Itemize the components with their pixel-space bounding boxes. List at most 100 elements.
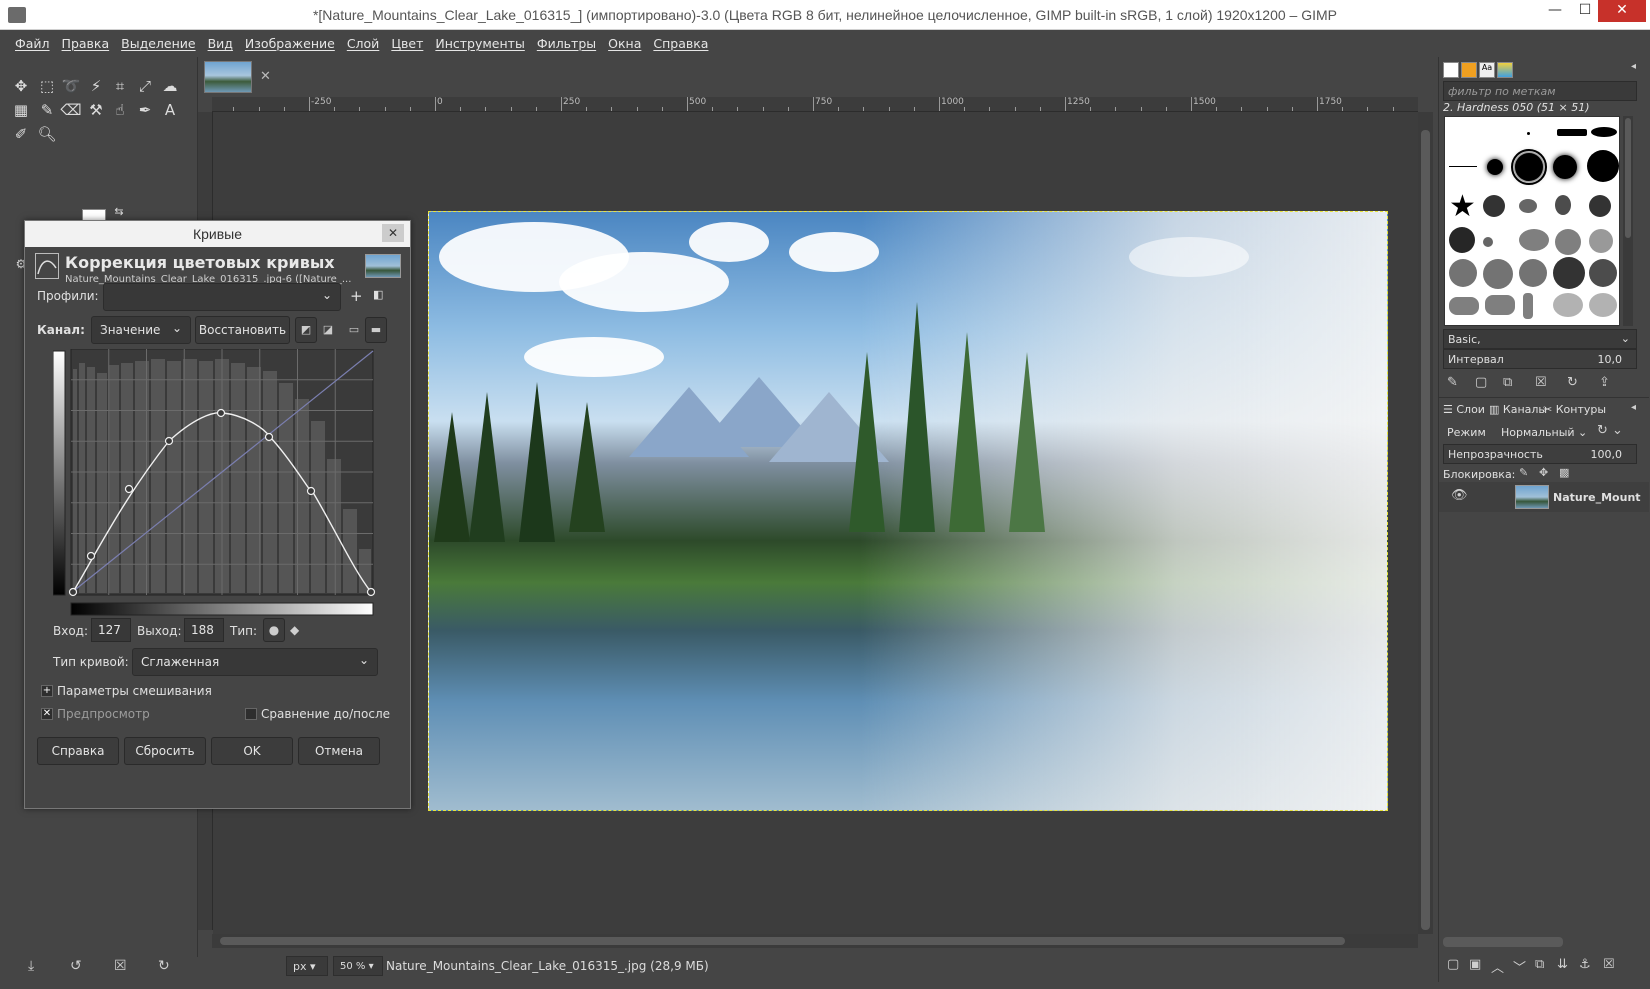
delete-tool-preset-icon[interactable]: ☒ [114, 958, 127, 974]
horizontal-scrollbar[interactable] [212, 934, 1418, 948]
lower-layer-icon[interactable]: ﹀ [1513, 957, 1526, 976]
tab-paths[interactable]: ✂ Контуры [1543, 403, 1606, 416]
unified-transform-tool-icon[interactable]: ⤢ [134, 75, 156, 97]
lasso-tool-icon[interactable]: ➰ [60, 75, 82, 97]
smooth-point-icon[interactable]: ● [263, 618, 285, 642]
preview-checkbox[interactable]: ✕ [41, 708, 53, 720]
menu-colors[interactable]: Цвет [391, 30, 429, 57]
save-tool-preset-icon[interactable]: ⤓ [28, 958, 34, 974]
brushes-tab-icon[interactable] [1443, 62, 1459, 78]
clone-tool-icon[interactable]: ⚒ [85, 99, 107, 121]
layer-row[interactable]: 👁︎ Nature_Mount [1439, 482, 1649, 512]
gradient-tool-icon[interactable]: ▦ [10, 99, 32, 121]
ok-button[interactable]: OK [211, 737, 293, 765]
help-button[interactable]: Справка [37, 737, 119, 765]
menu-help[interactable]: Справка [653, 30, 714, 57]
new-layer-group-icon[interactable]: ▣ [1469, 957, 1481, 972]
image-tab-thumbnail[interactable] [204, 61, 252, 93]
edit-brush-icon[interactable]: ✎ [1447, 375, 1458, 390]
log-view-icon[interactable]: ▬ [365, 317, 387, 343]
open-brush-as-image-icon[interactable]: ⇪ [1599, 375, 1610, 390]
menu-layer[interactable]: Слой [347, 30, 386, 57]
crop-tool-icon[interactable]: ⌗ [109, 75, 131, 97]
blend-options-expander-icon[interactable]: + [41, 685, 53, 697]
lock-alpha-icon[interactable]: ▩ [1559, 466, 1569, 479]
histogram-view-icon[interactable]: ▭ [343, 317, 365, 343]
vertical-scrollbar[interactable] [1418, 112, 1433, 934]
warp-tool-icon[interactable]: ☁ [159, 75, 181, 97]
new-brush-icon[interactable]: ▢ [1475, 375, 1487, 390]
brush-grid[interactable]: ★ [1444, 116, 1620, 326]
channel-combo[interactable]: Значение ⌄ [91, 316, 191, 344]
layer-name[interactable]: Nature_Mount [1553, 491, 1647, 504]
duplicate-brush-icon[interactable]: ⧉ [1503, 375, 1512, 390]
brush-tag-combo[interactable]: Basic, ⌄ [1443, 329, 1637, 349]
restore-tool-preset-icon[interactable]: ↺ [70, 958, 82, 974]
brush-grid-scrollbar[interactable] [1623, 116, 1633, 326]
reset-button[interactable]: Сбросить [124, 737, 206, 765]
refresh-brushes-icon[interactable]: ↻ [1567, 375, 1578, 390]
fuzzy-select-tool-icon[interactable]: ⚡ [85, 75, 107, 97]
input-spinbox[interactable]: 127 [91, 618, 131, 642]
image-tab-close-icon[interactable]: ✕ [260, 69, 271, 84]
fonts-tab-icon[interactable]: Aa [1479, 62, 1495, 78]
log-histogram-icon[interactable]: ◪ [317, 317, 339, 343]
minimize-button[interactable]: — [1540, 0, 1570, 22]
profiles-combo[interactable]: ⌄ [103, 283, 341, 311]
curve-type-combo[interactable]: Сглаженная ⌄ [132, 648, 378, 676]
menu-image[interactable]: Изображение [245, 30, 341, 57]
smudge-tool-icon[interactable]: ☝ [109, 99, 131, 121]
brush-tag-filter[interactable]: фильтр по меткам [1443, 81, 1637, 101]
duplicate-layer-icon[interactable]: ⧉ [1535, 957, 1544, 972]
menu-edit[interactable]: Правка [62, 30, 116, 57]
merge-layer-icon[interactable]: ⇊ [1557, 957, 1568, 972]
cancel-button[interactable]: Отмена [298, 737, 380, 765]
curves-dialog-close-icon[interactable]: ✕ [382, 224, 404, 242]
curve-graph[interactable] [53, 349, 383, 619]
rect-select-tool-icon[interactable]: ⬚ [36, 75, 58, 97]
add-profile-icon[interactable]: + [350, 287, 363, 305]
move-tool-icon[interactable]: ✥ [10, 75, 32, 97]
output-spinbox[interactable]: 188 [184, 618, 224, 642]
eraser-tool-icon[interactable]: ⌫ [60, 99, 82, 121]
corner-point-icon[interactable]: ◆ [290, 623, 299, 637]
layers-hscroll-thumb[interactable] [1443, 937, 1563, 947]
menu-view[interactable]: Вид [208, 30, 239, 57]
menu-tools[interactable]: Инструменты [435, 30, 530, 57]
patterns-tab-icon[interactable] [1461, 62, 1477, 78]
blend-options-label[interactable]: Параметры смешивания [57, 684, 212, 698]
menu-filters[interactable]: Фильтры [537, 30, 602, 57]
profile-manager-icon[interactable]: ◧ [373, 288, 383, 301]
reset-channel-button[interactable]: Восстановить [195, 316, 290, 344]
close-button[interactable]: ✕ [1598, 0, 1646, 22]
visibility-eye-icon[interactable]: 👁︎ [1451, 488, 1468, 503]
brush-spacing-slider[interactable]: Интервал 10,0 [1443, 349, 1637, 369]
dock-menu-icon[interactable]: ◂ [1631, 61, 1636, 72]
color-picker-tool-icon[interactable]: ✐ [10, 123, 32, 145]
unit-selector[interactable]: px ▾ [286, 956, 328, 976]
zoom-tool-icon[interactable]: 🔍︎ [36, 123, 58, 145]
paintbrush-tool-icon[interactable]: ✎ [36, 99, 58, 121]
anchor-layer-icon[interactable]: ⚓︎ [1579, 957, 1591, 972]
paths-tool-icon[interactable]: ✒ [134, 99, 156, 121]
linear-histogram-icon[interactable]: ◩ [295, 317, 317, 343]
new-layer-icon[interactable]: ▢ [1447, 957, 1459, 972]
split-view-checkbox[interactable] [245, 708, 257, 720]
maximize-button[interactable]: ☐ [1570, 0, 1600, 22]
gradients-tab-icon[interactable] [1497, 62, 1513, 78]
menu-select[interactable]: Выделение [121, 30, 201, 57]
reset-tool-options-icon[interactable]: ↻ [158, 958, 170, 974]
mode-reset-icon[interactable]: ↻ ⌄ [1597, 423, 1623, 438]
dock-menu-icon[interactable]: ◂ [1631, 402, 1636, 413]
menu-file[interactable]: Файл [15, 30, 56, 57]
delete-layer-icon[interactable]: ☒ [1603, 957, 1615, 972]
tab-layers[interactable]: ☰ Слои [1443, 403, 1485, 416]
image-canvas[interactable] [428, 211, 1388, 811]
zoom-selector[interactable]: 50 % ▾ [333, 956, 383, 976]
opacity-slider[interactable]: Непрозрачность 100,0 [1443, 444, 1637, 464]
raise-layer-icon[interactable]: ︿ [1491, 957, 1504, 976]
delete-brush-icon[interactable]: ☒ [1535, 375, 1547, 390]
mode-combo[interactable]: Нормальный ⌄ [1501, 426, 1587, 439]
lock-pixels-icon[interactable]: ✎ [1519, 466, 1528, 479]
tab-channels[interactable]: ▥ Каналы [1489, 403, 1547, 416]
